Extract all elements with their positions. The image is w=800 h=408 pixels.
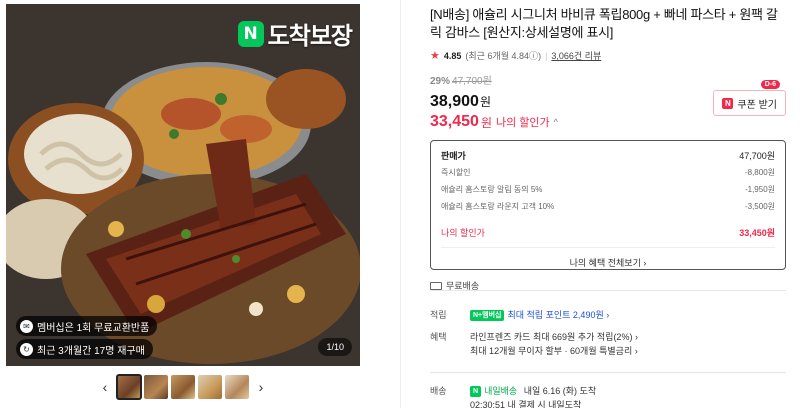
- benefits-label: 혜택: [430, 332, 447, 342]
- installment-benefit-link[interactable]: 최대 12개월 무이자 할부 · 60개월 특별금리 ›: [470, 344, 786, 358]
- price-row-value: -3,500원: [744, 202, 775, 211]
- card-benefit-link[interactable]: 라인프렌즈 카드 최대 669원 추가 적립(2%) ›: [470, 330, 786, 344]
- arrival-guarantee-label: 도착보장: [267, 23, 353, 50]
- repurchase-text: 최근 3개월간 17명 재구매: [37, 345, 145, 357]
- rating-row: ★ 4.85 (최근 6개월 4.84ⓘ) | 3,066건 리뷰: [430, 49, 786, 62]
- review-count-link[interactable]: 3,066건 리뷰: [551, 49, 601, 62]
- column-divider: [400, 0, 401, 408]
- price-row-total: 나의 할인가 33,450원: [441, 223, 775, 241]
- total-value: 33,450원: [739, 227, 775, 238]
- star-icon: ★: [430, 50, 440, 62]
- price-row-label: 애슐리 홈스토랑 알림 동의 5%: [441, 185, 543, 194]
- arrival-guarantee-badge: N 도착보장: [237, 16, 353, 51]
- thumb-prev-arrow-icon[interactable]: ‹: [96, 376, 114, 398]
- section-divider: [430, 372, 786, 373]
- original-price: 47,700원: [452, 76, 492, 87]
- price-row-label: 판매가: [441, 151, 466, 161]
- thumbnail-4[interactable]: [198, 375, 222, 399]
- section-divider: [430, 290, 786, 291]
- thumbnail-1[interactable]: [116, 374, 142, 400]
- delivery-arrive-date: 내일 6.16 (화) 도착: [523, 386, 597, 396]
- rating-score: 4.85: [443, 50, 462, 61]
- repurchase-icon: ↻: [20, 342, 33, 356]
- product-info: [N배송] 애슐리 시그니처 바비큐 폭립800g + 빠네 파스타 + 원팩 …: [430, 6, 786, 292]
- price-breakdown-box: 판매가 47,700원 즉시할인 -8,800원 애슐리 홈스토랑 알림 동의 …: [430, 140, 786, 270]
- coupon-dday-badge: D-6: [760, 80, 780, 89]
- discount-rate: 29%: [430, 76, 451, 87]
- product-main-image[interactable]: N 도착보장 ✉ 멤버십은 1회 무료교환반품 ↻ 최근 3개월간 17명 재구…: [6, 4, 360, 366]
- chevron-up-icon[interactable]: ^: [554, 117, 558, 127]
- get-coupon-label: 쿠폰 받기: [737, 99, 777, 111]
- divider: |: [545, 50, 548, 61]
- price-row-value: -1,950원: [744, 185, 775, 194]
- coupon-icon: ✉: [20, 319, 33, 333]
- points-label: 적립: [430, 310, 447, 320]
- rating-recent: (최근 6개월 4.84ⓘ): [465, 51, 542, 61]
- naver-n-icon: N: [470, 386, 482, 398]
- divider: [441, 247, 775, 248]
- delivery-type: 내일배송: [484, 386, 518, 396]
- points-row: 적립 N+멤버십 최대 적립 포인트 2,490원 ›: [430, 308, 786, 322]
- n-membership-badge: N+멤버십: [470, 310, 505, 322]
- naver-n-icon: N: [237, 20, 264, 47]
- membership-return-text: 멤버십은 1회 무료교환반품: [37, 322, 150, 334]
- coupon-n-icon: N: [722, 97, 734, 109]
- my-price-unit: 원: [480, 115, 492, 130]
- thumbnail-5[interactable]: [225, 375, 249, 399]
- total-label: 나의 할인가: [441, 227, 485, 238]
- price-row-instant: 즉시할인 -8,800원: [441, 164, 775, 181]
- price-row-list: 판매가 47,700원: [441, 147, 775, 164]
- food-photo: [6, 4, 360, 366]
- my-discount-price: 33,450: [430, 113, 479, 130]
- price-row-label: 애슐리 홈스토랑 라운지 고객 10%: [441, 202, 555, 211]
- coupon-area: D-6 N 쿠폰 받기: [713, 80, 786, 116]
- info-icon[interactable]: ⓘ: [529, 51, 538, 61]
- view-all-benefits-link[interactable]: 나의 혜택 전체보기 ›: [441, 256, 775, 269]
- price-row-value: -8,800원: [744, 168, 775, 177]
- product-title: [N배송] 애슐리 시그니처 바비큐 폭립800g + 빠네 파스타 + 원팩 …: [430, 7, 778, 40]
- thumbnail-3[interactable]: [171, 375, 195, 399]
- membership-return-tag: ✉ 멤버십은 1회 무료교환반품: [16, 316, 158, 336]
- benefits-row: 혜택 라인프렌즈 카드 최대 669원 추가 적립(2%) › 최대 12개월 …: [430, 330, 786, 358]
- delivery-row: 배송 N 내일배송 내일 6.16 (화) 도착 02:30:51 내 결제 시 …: [430, 384, 786, 408]
- image-counter: 1/10: [318, 338, 352, 356]
- thumbnail-strip: ‹ ›: [96, 374, 270, 400]
- delivery-label: 배송: [430, 386, 447, 396]
- discount-row: 29% 47,700원: [430, 72, 786, 87]
- price-row-value: 47,700원: [739, 151, 775, 161]
- price-row-label: 즉시할인: [441, 168, 471, 177]
- my-discount-label: 나의 할인가: [495, 117, 550, 129]
- truck-icon: [430, 281, 442, 290]
- delivery-deadline: 02:30:51 내 결제 시 내일도착: [470, 400, 582, 408]
- repurchase-tag: ↻ 최근 3개월간 17명 재구매: [16, 339, 153, 359]
- get-coupon-button[interactable]: N 쿠폰 받기: [713, 90, 786, 116]
- price-row-alert-consent: 애슐리 홈스토랑 알림 동의 5% -1,950원: [441, 181, 775, 198]
- sale-price-unit: 원: [479, 95, 491, 109]
- max-points-link[interactable]: 최대 적립 포인트 2,490원 ›: [507, 310, 609, 320]
- sale-price: 38,900: [430, 93, 479, 110]
- price-row-lounge: 애슐리 홈스토랑 라운지 고객 10% -3,500원: [441, 198, 775, 215]
- thumbnail-2[interactable]: [144, 375, 168, 399]
- thumb-next-arrow-icon[interactable]: ›: [252, 376, 270, 398]
